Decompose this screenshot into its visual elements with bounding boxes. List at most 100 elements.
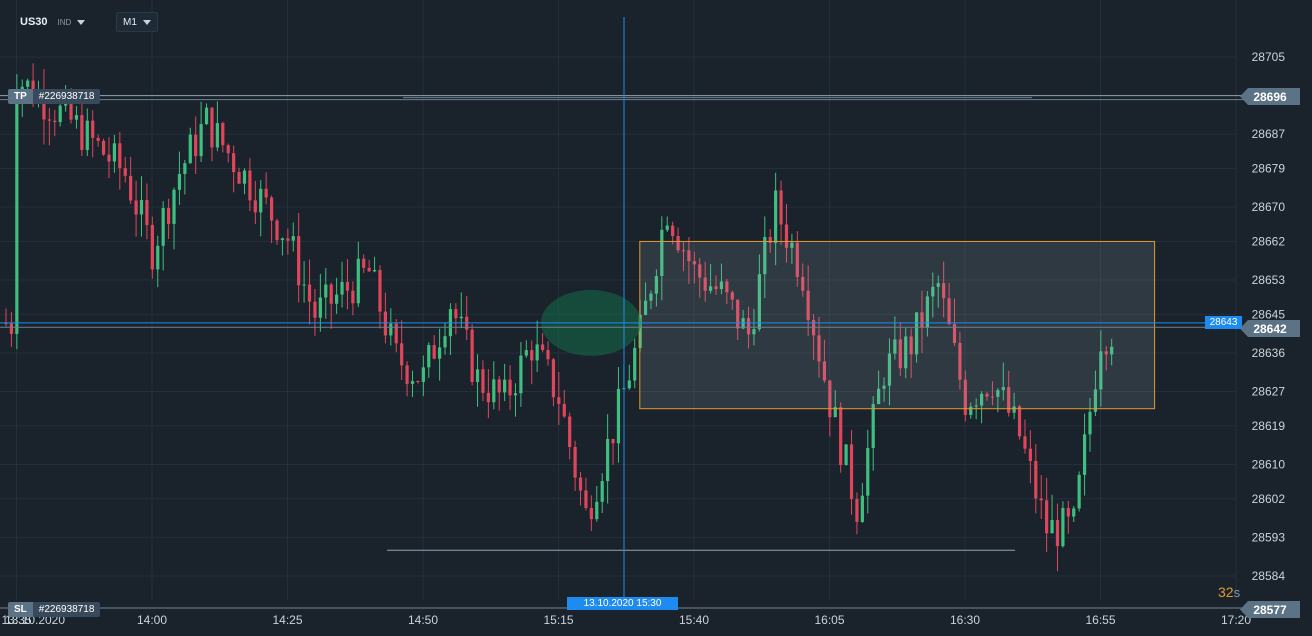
symbol-name: US30 — [20, 16, 48, 28]
candle-body — [362, 258, 366, 268]
candle-body — [1055, 519, 1060, 547]
candle-body — [118, 143, 122, 169]
symbol-selector[interactable]: US30 IND — [20, 12, 86, 32]
candle-body — [600, 481, 604, 502]
price-label: 28679 — [1252, 162, 1286, 176]
time-label: 16:30 — [950, 613, 980, 627]
time-label: 15:40 — [679, 613, 709, 627]
candle-body — [535, 344, 539, 361]
crosshair-time-tag: 13.10.2020 15:30 — [567, 597, 678, 610]
candle-body — [627, 380, 631, 389]
candle-body — [237, 171, 241, 184]
candle-body — [134, 200, 138, 215]
candle-body — [475, 369, 480, 382]
tp-price-tag[interactable]: 28696 — [1240, 88, 1300, 105]
price-label: 28584 — [1252, 569, 1286, 583]
candle-body — [1039, 498, 1043, 501]
candle-body — [340, 281, 344, 295]
candle-body — [286, 238, 290, 241]
candle-body — [860, 495, 864, 522]
price-chart[interactable]: 28705 28696 28687 28679 28670 28662 28653 28645… — [0, 0, 1312, 636]
candle-body — [595, 501, 599, 520]
candle-body — [443, 336, 447, 348]
candle-body — [616, 388, 621, 444]
candle-body — [242, 170, 247, 184]
candle-body — [557, 397, 561, 404]
candle-body — [665, 225, 669, 230]
candle-body — [183, 163, 187, 175]
candle-body — [47, 119, 51, 121]
candle-body — [74, 115, 79, 120]
candle-body — [313, 301, 317, 318]
candle-body — [291, 236, 295, 241]
price-label: 28627 — [1252, 385, 1286, 399]
candle-body — [486, 392, 490, 403]
candle-body — [1072, 508, 1076, 517]
candle-body — [524, 350, 528, 356]
candle-body — [779, 190, 783, 225]
time-label: 14:50 — [408, 613, 438, 627]
candle-body — [275, 220, 279, 241]
price-label: 28602 — [1252, 492, 1286, 506]
price-axis: 2870528696286872867928670286622865328645… — [1252, 50, 1286, 583]
candle-body — [188, 134, 192, 164]
time-label: 16:05 — [814, 613, 844, 627]
candle-body — [351, 290, 355, 304]
candle-body — [584, 490, 588, 508]
candle-body — [1028, 448, 1032, 462]
chevron-down-icon — [142, 19, 151, 25]
candle-body — [139, 200, 144, 215]
candle-body — [101, 140, 106, 155]
candle-body — [53, 120, 57, 123]
candle-body — [1066, 508, 1070, 517]
price-label: 28662 — [1252, 234, 1286, 248]
candle-body — [551, 359, 556, 398]
candle-body — [578, 477, 583, 491]
candle-body — [389, 323, 393, 336]
candle-body — [866, 448, 870, 496]
candle-body — [1077, 474, 1081, 509]
price-label: 28619 — [1252, 419, 1286, 433]
time-label: 15:15 — [543, 613, 573, 627]
candle-body — [264, 188, 268, 198]
candle-body — [671, 225, 675, 237]
candle-body — [540, 344, 545, 351]
candle-body — [112, 143, 116, 162]
candle-body — [839, 407, 843, 466]
candle-body — [345, 281, 350, 291]
candle-body — [405, 365, 409, 384]
candle-body — [568, 416, 572, 447]
range-rectangle[interactable] — [639, 240, 1156, 410]
candle-body — [1082, 434, 1087, 475]
candle-body — [410, 381, 415, 384]
sl-order-badge[interactable]: SL #226938718 — [8, 602, 101, 617]
candle-body — [519, 355, 523, 394]
tp-order-badge[interactable]: TP #226938718 — [8, 89, 101, 104]
candle-body — [269, 197, 274, 221]
sl-price-tag[interactable]: 28577 — [1240, 601, 1300, 618]
candle-body — [589, 507, 593, 520]
candle-body — [194, 134, 198, 157]
candle-body — [470, 329, 474, 382]
candle-body — [855, 498, 859, 522]
candle-body — [248, 170, 252, 201]
time-label: 16:55 — [1085, 613, 1115, 627]
candle-body — [145, 200, 149, 225]
candle-body — [161, 207, 165, 246]
tp-label: TP — [8, 89, 33, 104]
candle-body — [199, 124, 203, 157]
candle-body — [259, 188, 263, 213]
countdown-unit: s — [1233, 585, 1241, 600]
candle-body — [150, 224, 154, 270]
candle-body — [324, 284, 328, 298]
candle-body — [606, 438, 610, 482]
candle-body — [459, 316, 463, 319]
candle-body — [129, 175, 133, 201]
candle-body — [849, 444, 854, 499]
candle-body — [513, 393, 518, 396]
candle-body — [503, 379, 507, 393]
candle-body — [1061, 508, 1065, 547]
timeframe-selector[interactable]: M1 — [116, 12, 158, 32]
candle-body — [492, 379, 496, 403]
bid-price-tag: 28643 — [1205, 316, 1242, 329]
